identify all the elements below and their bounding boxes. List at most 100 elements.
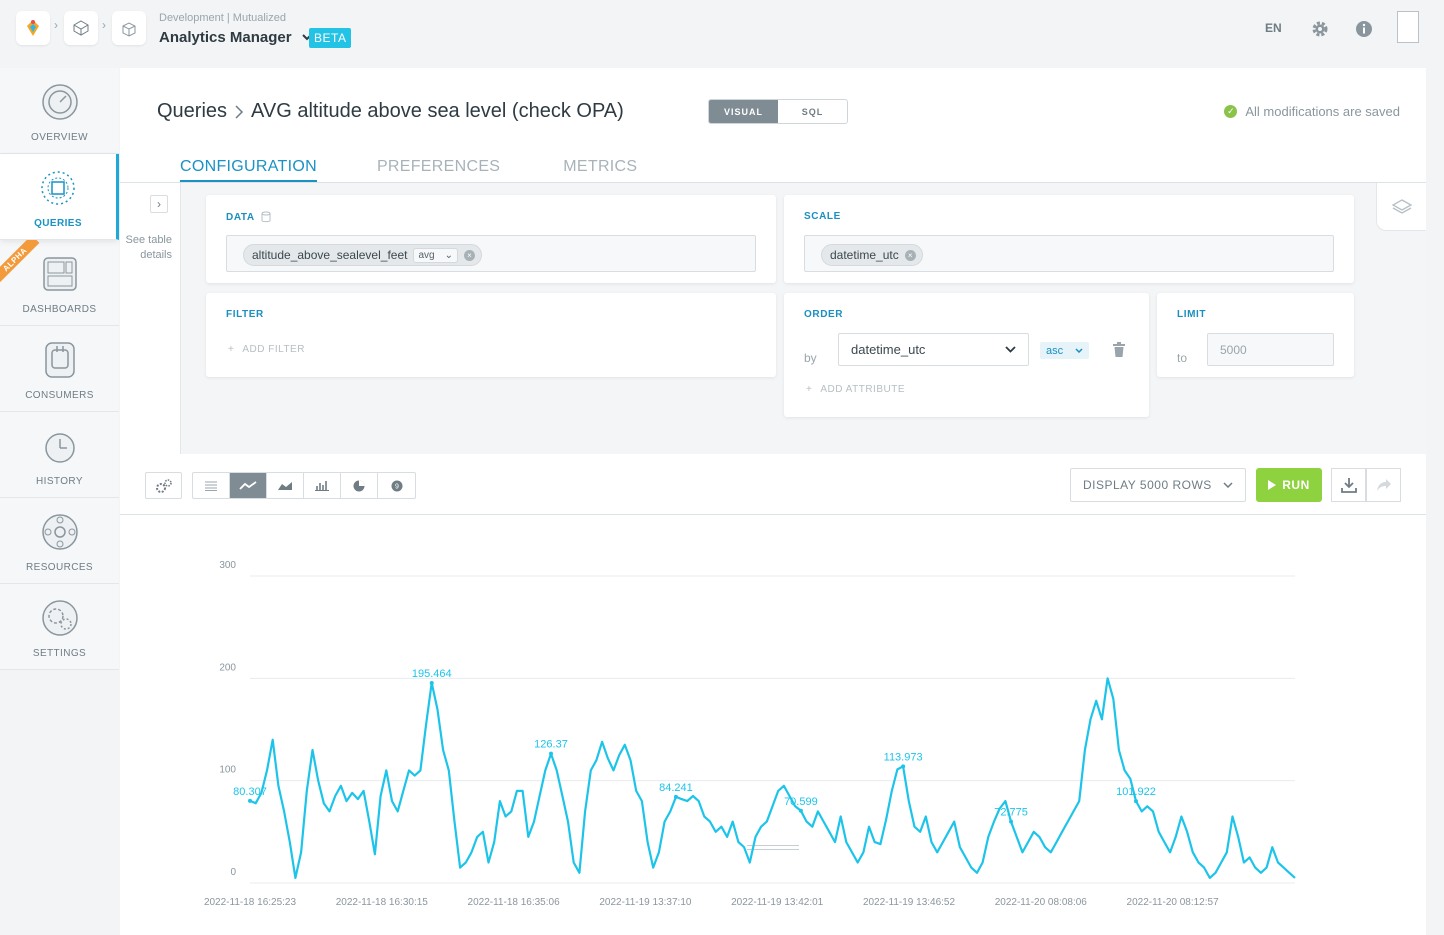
dashboards-icon — [42, 257, 77, 291]
order-card: ORDER by datetime_utc asc + ADD ATTRIBUT… — [784, 293, 1149, 417]
history-icon — [44, 433, 75, 463]
scale-field[interactable]: datetime_utc × — [804, 235, 1334, 272]
layers-button[interactable] — [1376, 183, 1426, 231]
share-icon — [1376, 479, 1391, 491]
breadcrumb-queries[interactable]: Queries — [157, 100, 227, 123]
bar-chart-icon — [315, 481, 329, 491]
order-attribute-select[interactable]: datetime_utc — [838, 333, 1029, 366]
line-chart-button[interactable] — [230, 473, 267, 498]
x-tick-label: 2022-11-20 08:12:57 — [1127, 897, 1220, 908]
main-panel: Queries AVG altitude above sea level (ch… — [120, 68, 1426, 935]
data-label: 101.922 — [1116, 786, 1156, 798]
configuration-area: DATA altitude_above_sealevel_feet avg ⌄ ×… — [181, 183, 1426, 454]
run-button[interactable]: RUN — [1256, 468, 1322, 502]
organization-button[interactable] — [64, 11, 98, 45]
query-name[interactable]: AVG altitude above sea level (check OPA) — [251, 100, 624, 123]
app-logo[interactable] — [16, 11, 50, 45]
data-point — [1009, 819, 1014, 824]
y-tick-label: 0 — [230, 867, 236, 878]
order-direction-select[interactable]: asc — [1040, 342, 1090, 359]
project-button[interactable] — [112, 11, 146, 45]
data-attribute-chip: altitude_above_sealevel_feet avg ⌄ × — [243, 244, 482, 266]
chevron-right-icon: › — [102, 18, 106, 32]
data-point — [798, 808, 803, 813]
series-line — [249, 677, 1296, 879]
plus-icon: + — [806, 384, 813, 395]
sql-mode-button[interactable]: SQL — [778, 100, 847, 123]
x-tick-label: 2022-11-18 16:30:15 — [336, 897, 429, 908]
share-button[interactable] — [1366, 468, 1401, 502]
user-avatar[interactable] — [1397, 11, 1419, 43]
scale-attribute-chip: datetime_utc × — [821, 244, 923, 266]
x-tick-label: 2022-11-19 13:42:01 — [731, 897, 824, 908]
table-details-label[interactable]: See table details — [122, 233, 172, 263]
area-chart-icon — [278, 481, 292, 490]
x-tick-label: 2022-11-19 13:37:10 — [599, 897, 692, 908]
x-tick-label: 2022-11-18 16:25:23 — [204, 897, 297, 908]
data-label: 113.973 — [884, 751, 923, 763]
tab-preferences[interactable]: PREFERENCES — [377, 158, 500, 182]
chart-settings-button[interactable] — [145, 472, 182, 499]
nav-item-overview[interactable]: OVERVIEW — [0, 68, 119, 154]
nav-item-settings[interactable]: SETTINGS — [0, 584, 119, 670]
x-tick-label: 2022-11-19 13:46:52 — [863, 897, 956, 908]
overview-icon — [41, 84, 78, 120]
visualization-switcher: 9 — [192, 472, 416, 499]
trash-icon[interactable] — [1112, 342, 1126, 358]
bar-chart-button[interactable] — [304, 473, 341, 498]
data-title: DATA — [226, 211, 271, 223]
aggregation-select[interactable]: avg ⌄ — [413, 247, 458, 263]
visual-mode-button[interactable]: VISUAL — [709, 100, 778, 123]
chevron-right-icon: › — [54, 18, 58, 32]
beta-badge: BETA — [309, 28, 352, 48]
tab-configuration[interactable]: CONFIGURATION — [180, 158, 317, 182]
nav-item-consumers[interactable]: CONSUMERS — [0, 326, 119, 412]
display-rows-select[interactable]: DISPLAY 5000 ROWS — [1070, 468, 1246, 502]
number-icon: 9 — [391, 480, 402, 491]
remove-icon[interactable]: × — [463, 249, 475, 261]
data-field[interactable]: altitude_above_sealevel_feet avg ⌄ × — [226, 235, 756, 272]
cube-icon — [73, 20, 89, 36]
add-filter-button[interactable]: + ADD FILTER — [228, 344, 305, 355]
database-icon — [261, 211, 271, 223]
expand-panel-button[interactable]: › — [150, 195, 168, 213]
svg-text:9: 9 — [395, 483, 399, 490]
data-label: 195.464 — [412, 668, 452, 680]
data-label: 126.37 — [534, 739, 568, 751]
info-icon[interactable] — [1354, 19, 1374, 39]
results-toolbar: 9 DISPLAY 5000 ROWS RUN — [120, 454, 1426, 850]
scale-title: SCALE — [804, 211, 841, 222]
tab-metrics[interactable]: METRICS — [563, 158, 637, 182]
gear-icon[interactable] — [1310, 19, 1330, 39]
gears-icon — [155, 478, 172, 493]
remove-icon[interactable]: × — [904, 249, 916, 261]
add-attribute-button[interactable]: + ADD ATTRIBUTE — [806, 384, 905, 395]
y-tick-label: 200 — [219, 662, 236, 673]
data-point — [549, 751, 554, 756]
left-navigation: OVERVIEW QUERIES ALPHA DASHBOARDS CONSUM… — [0, 68, 119, 670]
box-icon — [122, 22, 136, 37]
nav-item-resources[interactable]: RESOURCES — [0, 498, 119, 584]
data-label: 70.599 — [784, 796, 818, 808]
table-view-button[interactable] — [193, 473, 230, 498]
pie-chart-button[interactable] — [341, 473, 378, 498]
line-chart: 0 100 200 300 2022-11-18 16:25:23 2022-11-18 … — [204, 560, 1296, 908]
nav-item-dashboards[interactable]: ALPHA DASHBOARDS — [0, 240, 119, 326]
chevron-down-icon: ⌄ — [444, 249, 453, 261]
line-chart-icon — [239, 480, 257, 490]
filter-title: FILTER — [226, 309, 264, 320]
number-view-button[interactable]: 9 — [378, 473, 415, 498]
download-icon — [1340, 478, 1357, 493]
download-button[interactable] — [1331, 468, 1366, 502]
nav-item-history[interactable]: HISTORY — [0, 412, 119, 498]
app-switcher[interactable]: Analytics Manager — [159, 29, 312, 46]
scale-card: SCALE datetime_utc × — [784, 195, 1354, 283]
data-point — [248, 798, 252, 803]
page-title: Queries AVG altitude above sea level (ch… — [157, 100, 624, 123]
environment-label: Development | Mutualized — [159, 12, 286, 24]
tab-bar: CONFIGURATION PREFERENCES METRICS — [180, 158, 637, 182]
area-chart-button[interactable] — [267, 473, 304, 498]
limit-input[interactable]: 5000 — [1207, 333, 1334, 366]
nav-item-queries[interactable]: QUERIES — [0, 154, 119, 240]
language-selector[interactable]: EN — [1265, 21, 1282, 35]
